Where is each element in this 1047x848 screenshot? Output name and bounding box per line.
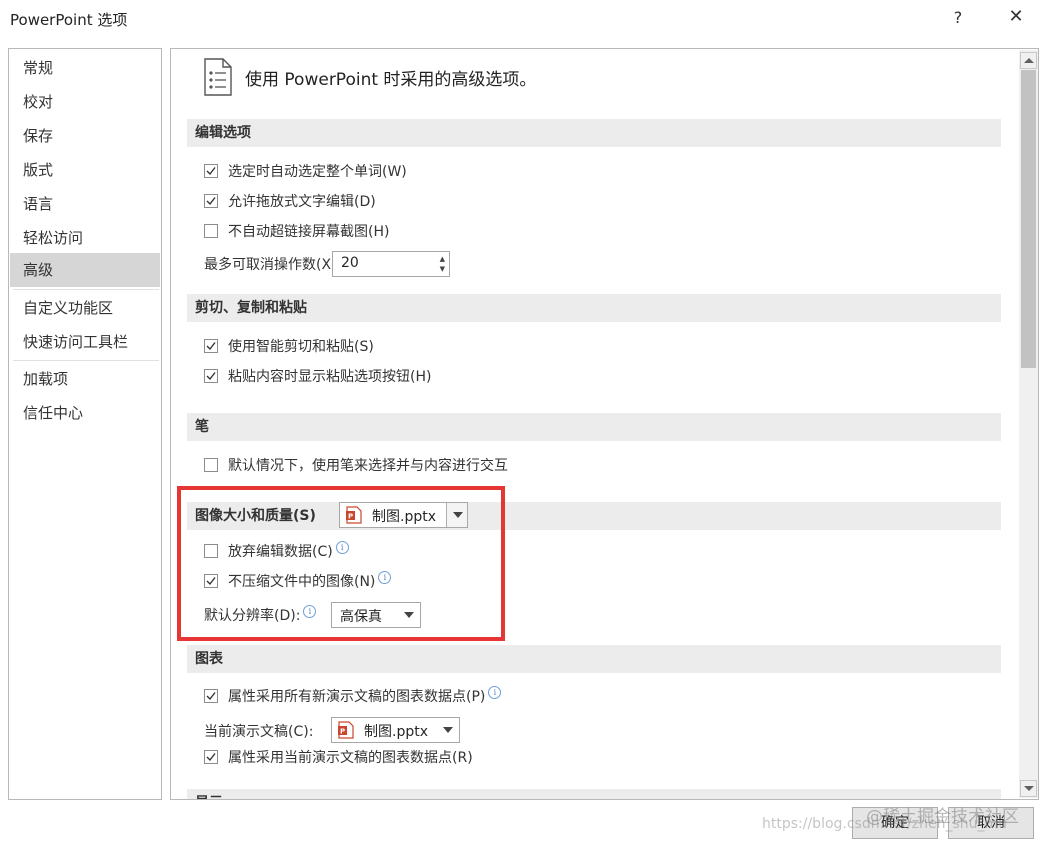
default-resolution-label: 默认分辨率(D): i	[204, 605, 317, 625]
stepper-arrows-icon[interactable]: ▲ ▼	[440, 254, 445, 274]
sidebar-item-trust-center[interactable]: 信任中心	[10, 396, 160, 430]
dropdown-value: 制图.pptx	[372, 509, 436, 525]
checkbox-unchecked[interactable]	[204, 544, 218, 558]
current-presentation-dropdown[interactable]: P 制图.pptx	[331, 717, 460, 743]
undo-count-value: 20	[341, 255, 359, 271]
info-icon[interactable]: i	[335, 541, 349, 554]
default-resolution-dropdown[interactable]: 高保真	[331, 602, 421, 628]
content-panel: 使用 PowerPoint 时采用的高级选项。 编辑选项 选定时自动选定整个单词…	[170, 48, 1039, 800]
image-quality-file-dropdown[interactable]: P 制图.pptx	[339, 502, 468, 528]
section-heading-text: 图像大小和质量(S)	[195, 508, 316, 524]
option-label: 使用智能剪切和粘贴(S)	[228, 339, 374, 355]
option-label: 放弃编辑数据(C) i	[228, 541, 349, 563]
powerpoint-file-icon: P	[346, 506, 362, 528]
arrow-up-icon	[1024, 58, 1034, 63]
scroll-down-button[interactable]	[1020, 780, 1037, 797]
section-pen-heading: 笔	[187, 413, 1001, 441]
option-label: 默认情况下，使用笔来选择并与内容进行交互	[228, 458, 508, 474]
document-options-icon	[203, 57, 233, 101]
help-button[interactable]: ?	[948, 8, 968, 27]
cancel-button[interactable]: 取消	[948, 807, 1034, 839]
sidebar-item-quick-access-toolbar[interactable]: 快速访问工具栏	[10, 325, 160, 359]
arrow-down-icon	[1024, 786, 1034, 791]
sidebar-item-proofing[interactable]: 校对	[10, 85, 160, 119]
sidebar-divider	[13, 360, 159, 361]
checkbox-checked[interactable]	[204, 194, 218, 208]
checkbox-checked[interactable]	[204, 689, 218, 703]
sidebar-item-accessibility[interactable]: 轻松访问	[10, 221, 160, 255]
section-chart-heading: 图表	[187, 645, 1001, 673]
option-label: 不压缩文件中的图像(N) i	[228, 571, 392, 593]
sidebar-divider	[13, 289, 159, 290]
option-label: 不自动超链接屏幕截图(H)	[228, 224, 390, 240]
chevron-down-icon[interactable]	[446, 503, 467, 527]
sidebar: 常规 校对 保存 版式 语言 轻松访问 高级 自定义功能区 快速访问工具栏 加载…	[8, 48, 162, 800]
sidebar-item-advanced[interactable]: 高级	[10, 253, 160, 287]
info-icon[interactable]: i	[303, 605, 317, 618]
section-display-heading: 显示	[187, 789, 1001, 799]
checkbox-checked[interactable]	[204, 339, 218, 353]
option-label: 允许拖放式文字编辑(D)	[228, 194, 376, 210]
option-label: 选定时自动选定整个单词(W)	[228, 164, 407, 180]
ok-button[interactable]: 确定	[852, 807, 938, 839]
chevron-down-icon[interactable]	[443, 727, 453, 733]
scroll-up-button[interactable]	[1020, 52, 1037, 69]
sidebar-item-save[interactable]: 保存	[10, 119, 160, 153]
info-icon[interactable]: i	[488, 686, 502, 699]
close-button[interactable]: ✕	[1006, 6, 1026, 27]
undo-count-label: 最多可取消操作数(X):	[204, 257, 342, 273]
sidebar-item-customize-ribbon[interactable]: 自定义功能区	[10, 291, 160, 325]
svg-text:P: P	[348, 513, 353, 521]
sidebar-item-language[interactable]: 语言	[10, 187, 160, 221]
chevron-down-icon[interactable]	[404, 612, 414, 618]
sidebar-item-general[interactable]: 常规	[10, 51, 160, 85]
powerpoint-file-icon: P	[338, 721, 354, 743]
checkbox-checked[interactable]	[204, 750, 218, 764]
title-bar: PowerPoint 选项 ? ✕	[0, 0, 1047, 40]
scrollbar-thumb[interactable]	[1021, 70, 1036, 368]
intro-text: 使用 PowerPoint 时采用的高级选项。	[245, 70, 537, 90]
section-editing-heading: 编辑选项	[187, 119, 1001, 147]
powerpoint-options-dialog: PowerPoint 选项 ? ✕ 常规 校对 保存 版式 语言 轻松访问 高级…	[0, 0, 1047, 848]
vertical-scrollbar[interactable]	[1019, 50, 1038, 798]
checkbox-checked[interactable]	[204, 369, 218, 383]
dropdown-value: 制图.pptx	[364, 724, 428, 740]
current-presentation-label: 当前演示文稿(C):	[204, 724, 314, 740]
option-label: 属性采用当前演示文稿的图表数据点(R)	[228, 750, 473, 766]
section-clipboard-heading: 剪切、复制和粘贴	[187, 294, 1001, 322]
checkbox-checked[interactable]	[204, 164, 218, 178]
checkbox-unchecked[interactable]	[204, 224, 218, 238]
sidebar-item-add-ins[interactable]: 加载项	[10, 362, 160, 396]
sidebar-item-layout[interactable]: 版式	[10, 153, 160, 187]
checkbox-checked[interactable]	[204, 574, 218, 588]
option-label: 粘贴内容时显示粘贴选项按钮(H)	[228, 369, 432, 385]
section-image-quality-heading: 图像大小和质量(S)	[187, 502, 1001, 530]
checkbox-unchecked[interactable]	[204, 458, 218, 472]
undo-count-stepper[interactable]: 20 ▲ ▼	[332, 251, 450, 277]
info-icon[interactable]: i	[378, 571, 392, 584]
dropdown-value: 高保真	[340, 609, 382, 625]
option-label: 属性采用所有新演示文稿的图表数据点(P) i	[228, 686, 502, 708]
window-title: PowerPoint 选项	[10, 11, 128, 29]
svg-text:P: P	[340, 728, 345, 736]
